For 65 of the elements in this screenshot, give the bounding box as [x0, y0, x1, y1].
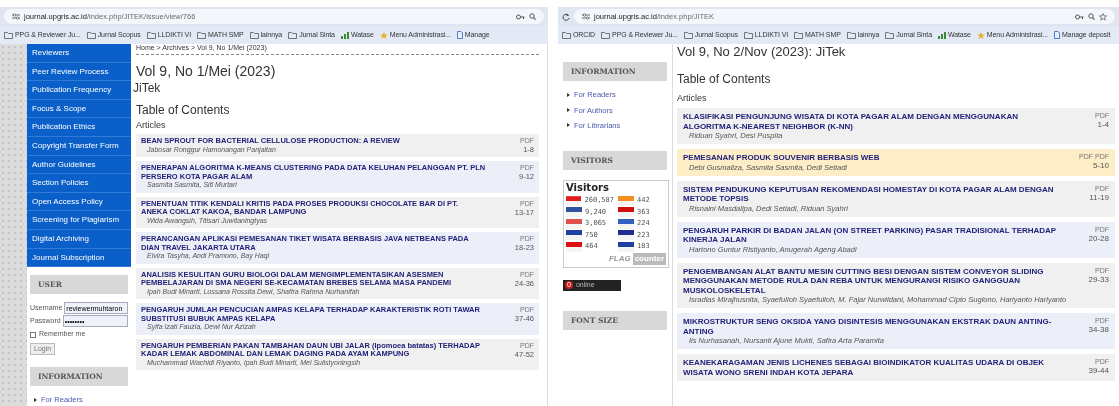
menu-item[interactable]: Open Access Policy	[27, 192, 131, 212]
menu-item[interactable]: Digital Archiving	[27, 229, 131, 249]
document-icon	[1053, 31, 1060, 39]
article-title-link[interactable]: PENGARUH PARKIR DI BADAN JALAN (ON STREET PARKING) PASAR TRADISIONAL TERHADAP KINERJA JALAN	[683, 225, 1063, 245]
folder-icon	[4, 31, 13, 39]
page-range: 39-44	[1088, 366, 1109, 375]
site-settings-icon	[582, 13, 590, 20]
site-settings-icon	[12, 13, 20, 20]
folder-icon	[601, 31, 611, 39]
page-range: 1-4	[1097, 120, 1109, 129]
article-title-link[interactable]: KEANEKARAGAMAN JENIS LICHENES SEBAGAI BIOINDIKATOR KUALITAS UDARA DI OBJEK WISATA WONO SRENI INDAH KOTA JEPARA	[683, 358, 1063, 377]
folder-icon	[197, 31, 206, 39]
folder-icon	[743, 31, 753, 39]
section-heading: Table of Contents	[136, 103, 230, 117]
menu-item[interactable]: Journal Subscription	[27, 248, 131, 268]
folder-icon	[288, 31, 298, 39]
folder-icon	[146, 31, 156, 39]
widget-title: Visitors	[566, 182, 610, 195]
article-title-link[interactable]: SISTEM PENDUKUNG KEPUTUSAN REKOMENDASI HOMESTAY DI KOTA PAGAR ALAM DENGAN METODE TOPSIS	[683, 184, 1063, 204]
star-icon	[976, 31, 985, 39]
article-title-link[interactable]: PEMESANAN PRODUK SOUVENIR BERBASIS WEB	[683, 153, 1063, 163]
page-range: 34-38	[1088, 325, 1109, 334]
page-range: 20-28	[1088, 233, 1109, 243]
bullet-icon	[567, 108, 570, 113]
bullet-icon	[567, 123, 570, 128]
menu-item[interactable]: Focus & Scope	[27, 99, 131, 119]
menu-item[interactable]: Copyright Transfer Form	[27, 136, 131, 156]
star-icon	[379, 31, 388, 39]
subsection-heading: Articles	[136, 120, 166, 131]
menu-item[interactable]: Publication Frequency	[27, 81, 131, 100]
checkbox[interactable]	[30, 331, 36, 338]
article-title-link[interactable]: KLASIFIKASI PENGUNJUNG WISATA DI KOTA PAGAR ALAM DENGAN MENGGUNAKAN ALGORITMA K-NEAREST NEIGHBOR (K-NN)	[683, 112, 1063, 131]
menu-item[interactable]: Screening for Plagiarism	[27, 211, 131, 230]
subsection-heading: Articles	[677, 93, 707, 104]
zoom-icon	[529, 13, 536, 20]
page-range: 5-10	[1093, 161, 1109, 170]
section-heading: Table of Contents	[677, 72, 771, 86]
document-icon	[456, 31, 463, 39]
page-range: 29-33	[1088, 274, 1109, 284]
bar-chart-icon	[937, 31, 946, 39]
article-title-link[interactable]: MIKROSTRUKTUR SENG OKSIDA YANG DISINTESIS MENGGUNAKAN EKSTRAK DAUN ANTING-ANTING	[683, 317, 1063, 336]
menu-item[interactable]: Section Policies	[27, 174, 131, 193]
folder-icon	[249, 31, 259, 39]
folder-icon	[846, 31, 856, 39]
bullet-icon	[34, 397, 37, 402]
menu-item[interactable]: Publication Ethics	[27, 118, 131, 137]
menu-item[interactable]: Peer Review Process	[27, 62, 131, 82]
bullet-icon	[567, 92, 570, 97]
issue-title: Vol 9, No 2/Nov (2023): JiTek	[677, 44, 846, 60]
article-title-link[interactable]: PENGEMBANGAN ALAT BANTU MESIN CUTTING BESI DENGAN SISTEM CONVEYOR SLIDING MENGGUNAKAN METODE RULA DAN REBA UNTUK MENGURANGI RISIKO GANGGUAN MUSKOLOSKELETAL	[683, 266, 1063, 295]
folder-icon	[885, 31, 895, 39]
menu-item[interactable]: Author Guidelines	[27, 155, 131, 175]
key-icon	[516, 13, 525, 20]
folder-icon	[794, 31, 804, 39]
folder-icon	[86, 31, 96, 39]
journal-name: JiTek	[133, 81, 161, 95]
folder-icon	[683, 31, 693, 39]
folder-icon	[562, 31, 571, 39]
key-icon	[1075, 13, 1084, 20]
issue-title: Vol 9, No 1/Mei (2023)	[136, 63, 276, 79]
menu-item[interactable]: Reviewers	[27, 44, 131, 63]
flag-counter-logo: FLAG counter	[607, 252, 666, 265]
page-range: 11-19	[1089, 192, 1109, 202]
zoom-icon	[1088, 13, 1095, 20]
bar-chart-icon	[340, 31, 349, 39]
